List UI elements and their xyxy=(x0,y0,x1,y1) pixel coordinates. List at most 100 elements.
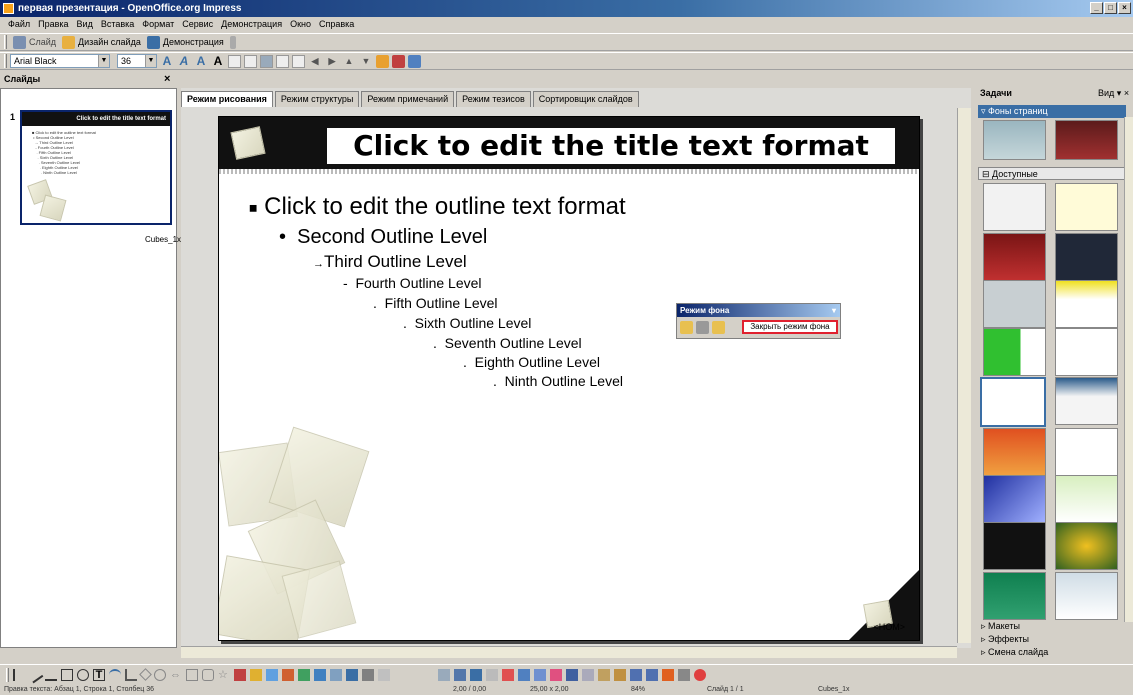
master-template-selected[interactable] xyxy=(980,377,1046,427)
gallery-icon[interactable] xyxy=(298,668,310,681)
bullets-icon[interactable] xyxy=(292,54,305,68)
outline-level-5[interactable]: . Fifth Outline Level xyxy=(373,295,498,311)
tab-notes[interactable]: Режим примечаний xyxy=(361,91,455,107)
arrow-left-icon[interactable]: ◀ xyxy=(308,54,322,68)
print-icon[interactable] xyxy=(486,668,498,681)
toolbar-grip-3[interactable] xyxy=(6,667,9,682)
bold-icon[interactable]: A xyxy=(160,54,174,68)
chevron-down-icon[interactable]: ▼ xyxy=(145,55,156,67)
callouts-icon[interactable] xyxy=(202,668,214,681)
align-right-icon[interactable] xyxy=(260,54,273,68)
tab-handout[interactable]: Режим тезисов xyxy=(456,91,531,107)
character-icon[interactable] xyxy=(376,54,389,68)
close-button[interactable]: × xyxy=(1118,2,1131,14)
align-center-icon[interactable] xyxy=(244,54,257,68)
master-template[interactable] xyxy=(983,328,1046,376)
master-template[interactable] xyxy=(983,183,1046,231)
shadow-icon[interactable]: A xyxy=(211,54,225,68)
master-template[interactable] xyxy=(983,428,1046,476)
arrow-line-icon[interactable] xyxy=(45,669,57,681)
section-effects[interactable]: ▹ Эффекты xyxy=(978,633,1126,646)
toolbar-grip[interactable] xyxy=(4,35,7,49)
help-icon[interactable] xyxy=(694,668,706,681)
movie-icon[interactable] xyxy=(518,668,530,681)
outline-level-3[interactable]: →Third Outline Level xyxy=(313,252,467,272)
section-layouts[interactable]: ▹ Макеты xyxy=(978,620,1126,633)
from-file-icon[interactable] xyxy=(282,668,294,681)
slide-number-placeholder[interactable]: <НОМ> xyxy=(873,622,905,632)
close-icon[interactable]: × xyxy=(164,73,170,85)
arrow-right-icon[interactable]: ▶ xyxy=(325,54,339,68)
outline-level-9[interactable]: . Ninth Outline Level xyxy=(493,373,623,389)
arrange-icon[interactable] xyxy=(346,668,358,681)
master-template[interactable] xyxy=(983,572,1046,620)
tasks-scrollbar[interactable] xyxy=(1124,117,1133,622)
minimize-button[interactable]: _ xyxy=(1090,2,1103,14)
slide-design-button[interactable]: Дизайн слайда xyxy=(62,35,141,49)
master-template[interactable] xyxy=(1055,183,1118,231)
slide-button[interactable]: Слайд xyxy=(13,35,56,49)
menu-window[interactable]: Окно xyxy=(286,17,315,32)
menu-view[interactable]: Вид xyxy=(73,17,97,32)
outline-level-7[interactable]: . Seventh Outline Level xyxy=(433,335,582,351)
symbol-shapes-icon[interactable] xyxy=(154,668,166,681)
outline-level-6[interactable]: . Sixth Outline Level xyxy=(403,315,531,331)
curve-icon[interactable] xyxy=(109,668,121,681)
chevron-down-icon[interactable]: ▾ xyxy=(832,304,836,317)
master-template[interactable] xyxy=(1055,233,1118,281)
master-template[interactable] xyxy=(1055,120,1118,160)
master-template[interactable] xyxy=(1055,377,1118,425)
zoom-icon[interactable] xyxy=(678,668,690,681)
editor-vertical-scrollbar[interactable] xyxy=(957,108,971,643)
master-template[interactable] xyxy=(983,475,1046,523)
outline-level-8[interactable]: . Eighth Outline Level xyxy=(463,354,600,370)
redo-icon[interactable] xyxy=(646,668,658,681)
image-icon[interactable] xyxy=(502,668,514,681)
copy-icon[interactable] xyxy=(582,668,594,681)
autospell-icon[interactable] xyxy=(550,668,562,681)
ellipse-icon[interactable] xyxy=(77,668,89,681)
master-template[interactable] xyxy=(983,233,1046,281)
arrow-down-icon[interactable]: ▼ xyxy=(359,54,373,68)
master-template[interactable] xyxy=(983,280,1046,328)
points-icon[interactable] xyxy=(234,668,246,681)
italic-icon[interactable]: A xyxy=(177,54,191,68)
font-name-combo[interactable]: Arial Black ▼ xyxy=(10,54,110,68)
save-icon[interactable] xyxy=(470,668,482,681)
navigator-icon[interactable] xyxy=(662,668,674,681)
master-template[interactable] xyxy=(1055,522,1118,570)
new-master-icon[interactable] xyxy=(680,321,693,334)
undo-icon[interactable] xyxy=(630,668,642,681)
section-transition[interactable]: ▹ Смена слайда xyxy=(978,646,1126,659)
section-master-pages[interactable]: ▿ Фоны страниц xyxy=(978,105,1126,118)
editor-horizontal-scrollbar[interactable] xyxy=(181,646,957,658)
tab-outline[interactable]: Режим структуры xyxy=(274,91,360,107)
delete-master-icon[interactable] xyxy=(712,321,725,334)
alignment-icon[interactable] xyxy=(330,668,342,681)
slideshow-button[interactable]: Демонстрация xyxy=(146,35,224,49)
section-available[interactable]: ⊟ Доступные xyxy=(978,167,1126,180)
chart-icon[interactable] xyxy=(438,668,450,681)
connector-icon[interactable] xyxy=(125,668,137,681)
spellcheck-icon[interactable] xyxy=(534,668,546,681)
tasks-view-menu[interactable]: Вид ▾ × xyxy=(1098,88,1129,99)
slide-canvas[interactable]: Click to edit the title text format ■ Cl… xyxy=(218,116,920,641)
menu-insert[interactable]: Вставка xyxy=(97,17,138,32)
menu-edit[interactable]: Правка xyxy=(34,17,72,32)
stars-icon[interactable]: ☆ xyxy=(218,669,230,681)
underline-icon[interactable]: A xyxy=(194,54,208,68)
menu-format[interactable]: Формат xyxy=(138,17,178,32)
line-icon[interactable] xyxy=(26,666,44,683)
menu-help[interactable]: Справка xyxy=(315,17,358,32)
status-zoom[interactable]: 84% xyxy=(631,684,645,695)
cut-icon[interactable] xyxy=(566,668,578,681)
shadow-toggle-icon[interactable] xyxy=(362,668,374,681)
highlight-icon[interactable] xyxy=(408,54,421,68)
master-template[interactable] xyxy=(983,120,1046,160)
block-arrows-icon[interactable]: ⇔ xyxy=(170,669,182,681)
slide-thumbnail[interactable]: Click to edit the title text format ■ Cl… xyxy=(20,110,172,225)
text-icon[interactable]: T xyxy=(93,668,105,681)
rotate-icon[interactable] xyxy=(314,668,326,681)
paste-icon[interactable] xyxy=(598,668,610,681)
justify-icon[interactable] xyxy=(276,54,289,68)
